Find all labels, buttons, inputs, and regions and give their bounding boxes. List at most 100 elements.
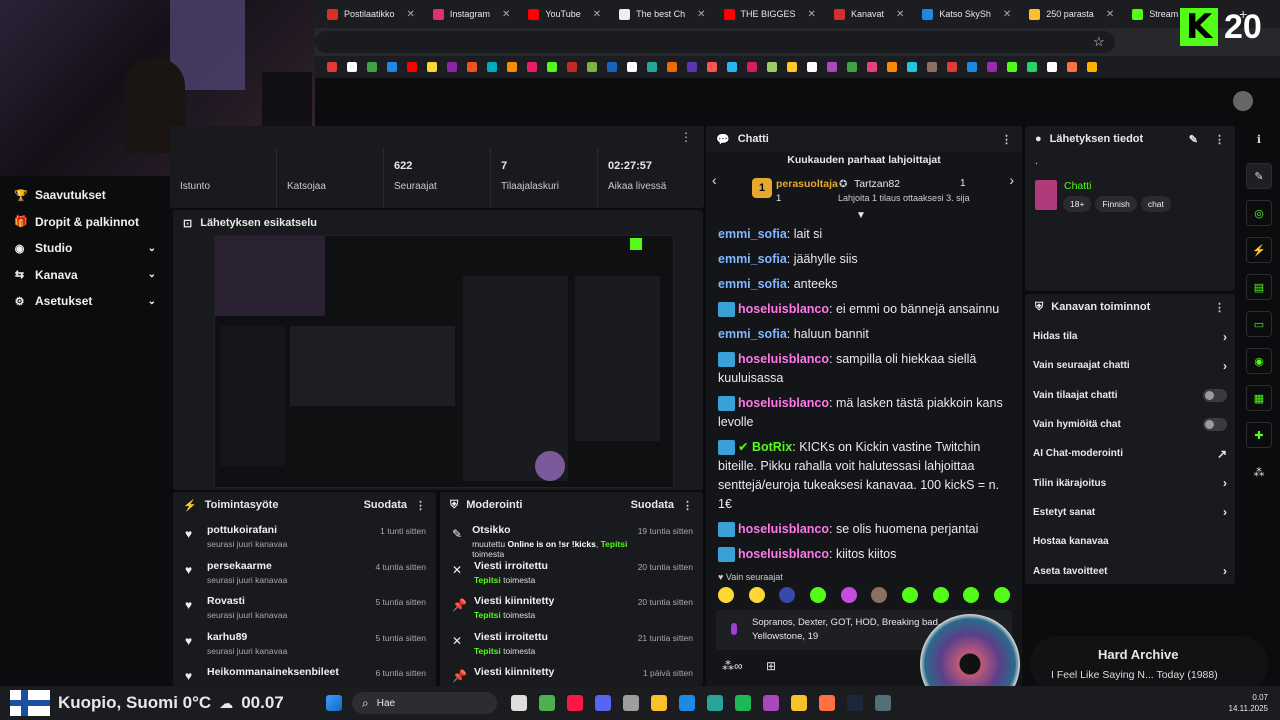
emote-icon[interactable] bbox=[993, 587, 1010, 603]
stats-menu-icon[interactable]: ⋮ bbox=[680, 130, 692, 144]
bookmark-icon[interactable] bbox=[947, 62, 957, 72]
chat-message[interactable]: emmi_sofia: lait si bbox=[706, 222, 1022, 247]
bookmark-icon[interactable] bbox=[447, 62, 457, 72]
terminal-icon[interactable] bbox=[875, 695, 891, 711]
stream-tag[interactable]: chat bbox=[1140, 196, 1171, 212]
bookmark-icon[interactable] bbox=[807, 62, 817, 72]
emote-icon[interactable] bbox=[809, 587, 826, 603]
channel-tool-row[interactable]: AI Chat-moderointi ↗ bbox=[1025, 439, 1235, 468]
chat-message[interactable]: ✔ BotRix: KICKs on Kickin vastine Twitch… bbox=[706, 435, 1022, 517]
browser-tab[interactable]: YouTube ✕ bbox=[520, 0, 609, 28]
stream-tag[interactable]: Finnish bbox=[1095, 196, 1137, 212]
chat-username[interactable]: BotRix bbox=[752, 440, 792, 454]
bookmark-icon[interactable] bbox=[967, 62, 977, 72]
bookmark-icon[interactable] bbox=[1007, 62, 1017, 72]
chat-username[interactable]: hoseluisblanco bbox=[738, 302, 829, 316]
bookmark-icon[interactable] bbox=[467, 62, 477, 72]
browser-tab[interactable]: Instagram ✕ bbox=[425, 0, 518, 28]
tab-close-icon[interactable]: ✕ bbox=[407, 9, 415, 20]
bookmark-icon[interactable] bbox=[687, 62, 697, 72]
file-explorer-icon[interactable] bbox=[651, 695, 667, 711]
toggle-switch[interactable] bbox=[1203, 418, 1227, 432]
emote-icon[interactable] bbox=[901, 587, 918, 603]
sidebar-item-dropit[interactable]: 🎁 Dropit & palkinnot bbox=[0, 209, 170, 236]
spotify-icon[interactable] bbox=[735, 695, 751, 711]
mail-icon[interactable] bbox=[679, 695, 695, 711]
emote-icon[interactable] bbox=[871, 587, 888, 603]
taskbar-clock[interactable]: 0.07 14.11.2025 bbox=[1229, 692, 1268, 714]
channel-tools-menu-icon[interactable]: ⋮ bbox=[1214, 301, 1225, 314]
chat-username[interactable]: emmi_sofia bbox=[718, 327, 787, 341]
chrome-icon[interactable] bbox=[539, 695, 555, 711]
tab-close-icon[interactable]: ✕ bbox=[1003, 9, 1011, 20]
channel-tool-row[interactable]: Vain tilaajat chatti bbox=[1025, 381, 1235, 410]
opera-icon[interactable] bbox=[567, 695, 583, 711]
bookmark-icon[interactable] bbox=[927, 62, 937, 72]
chat-message[interactable]: hoseluisblanco: sampilla oli hiekkaa sie… bbox=[706, 347, 1022, 391]
activity-row[interactable]: ♥ persekaarme seurasi juuri kanavaa 4 tunti… bbox=[173, 554, 436, 590]
chevron-right-icon[interactable]: › bbox=[1009, 172, 1014, 188]
firefox-icon[interactable] bbox=[819, 695, 835, 711]
browser-tab[interactable]: Kanavat ✕ bbox=[826, 0, 912, 28]
bookmark-icon[interactable] bbox=[327, 62, 337, 72]
chat-username[interactable]: hoseluisblanco bbox=[738, 522, 829, 536]
moderator-name[interactable]: Tepitsi bbox=[474, 646, 501, 656]
moderation-menu-icon[interactable]: ⋮ bbox=[682, 499, 693, 512]
bookmark-icon[interactable] bbox=[1047, 62, 1057, 72]
settings-icon[interactable] bbox=[623, 695, 639, 711]
pinned-filter-icon[interactable]: ▼ bbox=[856, 210, 866, 221]
activity-row[interactable]: ♥ karhu89 seurasi juuri kanavaa 5 tuntia si… bbox=[173, 625, 436, 661]
task-view-icon[interactable] bbox=[511, 695, 527, 711]
bookmark-icon[interactable] bbox=[887, 62, 897, 72]
bookmark-icon[interactable] bbox=[347, 62, 357, 72]
activity-filter-button[interactable]: Suodata bbox=[364, 499, 407, 511]
tab-close-icon[interactable]: ✕ bbox=[697, 9, 705, 20]
channel-tool-row[interactable]: Vain seuraajat chatti › bbox=[1025, 351, 1235, 380]
chat-username[interactable]: hoseluisblanco bbox=[738, 352, 829, 366]
chat-message[interactable]: emmi_sofia: haluun bannit bbox=[706, 322, 1022, 347]
gift-box-icon[interactable]: ⊞ bbox=[766, 659, 776, 673]
activity-menu-icon[interactable]: ⋮ bbox=[415, 499, 426, 512]
edge-icon[interactable] bbox=[707, 695, 723, 711]
tab-close-icon[interactable]: ✕ bbox=[808, 9, 816, 20]
bookmark-icon[interactable] bbox=[707, 62, 717, 72]
emote-picker-icon[interactable] bbox=[731, 623, 737, 635]
bookmark-icon[interactable] bbox=[1027, 62, 1037, 72]
emote-icon[interactable] bbox=[840, 587, 857, 603]
browser-tab[interactable]: THE BIGGES ✕ bbox=[716, 0, 824, 28]
bookmark-icon[interactable] bbox=[1067, 62, 1077, 72]
chevron-left-icon[interactable]: ‹ bbox=[712, 172, 717, 188]
browser-tab[interactable]: Katso SkySh ✕ bbox=[914, 0, 1019, 28]
sidebar-item-kanava[interactable]: ⇆ Kanava ⌄ bbox=[0, 262, 170, 289]
media-icon[interactable] bbox=[763, 695, 779, 711]
bookmark-icon[interactable] bbox=[367, 62, 377, 72]
bookmark-icon[interactable] bbox=[407, 62, 417, 72]
sidebar-item-studio[interactable]: ◉ Studio ⌄ bbox=[0, 235, 170, 262]
bookmark-icon[interactable] bbox=[487, 62, 497, 72]
bookmark-icon[interactable] bbox=[547, 62, 557, 72]
channel-tool-row[interactable]: Hostaa kanavaa bbox=[1025, 527, 1235, 556]
chat-username[interactable]: hoseluisblanco bbox=[738, 547, 829, 561]
toggle-switch[interactable] bbox=[1203, 388, 1227, 402]
lightning-rail-icon[interactable]: ⚡ bbox=[1246, 237, 1272, 263]
bookmark-icon[interactable] bbox=[427, 62, 437, 72]
channel-tool-row[interactable]: Hidas tila › bbox=[1025, 322, 1235, 351]
chat-username[interactable]: emmi_sofia bbox=[718, 277, 787, 291]
avatar[interactable] bbox=[1233, 91, 1253, 111]
activity-row[interactable]: ♥ Rovasti seurasi juuri kanavaa 5 tuntia si… bbox=[173, 589, 436, 625]
chat-rail-icon[interactable]: ▭ bbox=[1246, 311, 1272, 337]
category-name[interactable]: Chatti bbox=[1064, 180, 1091, 192]
wrench-icon[interactable]: ✚ bbox=[1246, 422, 1272, 448]
pencil-icon[interactable]: ✎ bbox=[1246, 163, 1272, 189]
tab-close-icon[interactable]: ✕ bbox=[593, 9, 601, 20]
channel-tool-row[interactable]: Aseta tavoitteet › bbox=[1025, 556, 1235, 585]
bookmark-icon[interactable] bbox=[607, 62, 617, 72]
emote-icon[interactable] bbox=[748, 587, 765, 603]
tab-close-icon[interactable]: ✕ bbox=[896, 9, 904, 20]
chat-message[interactable]: hoseluisblanco: kiitos kiitos bbox=[706, 542, 1022, 567]
bookmark-icon[interactable] bbox=[847, 62, 857, 72]
moderation-filter-button[interactable]: Suodata bbox=[631, 499, 674, 511]
chat-message[interactable]: hoseluisblanco: se olis huomena perjanta… bbox=[706, 517, 1022, 542]
taskbar-search[interactable]: ⌕ Hae bbox=[352, 692, 497, 714]
chat-message[interactable]: emmi_sofia: anteeks bbox=[706, 272, 1022, 297]
